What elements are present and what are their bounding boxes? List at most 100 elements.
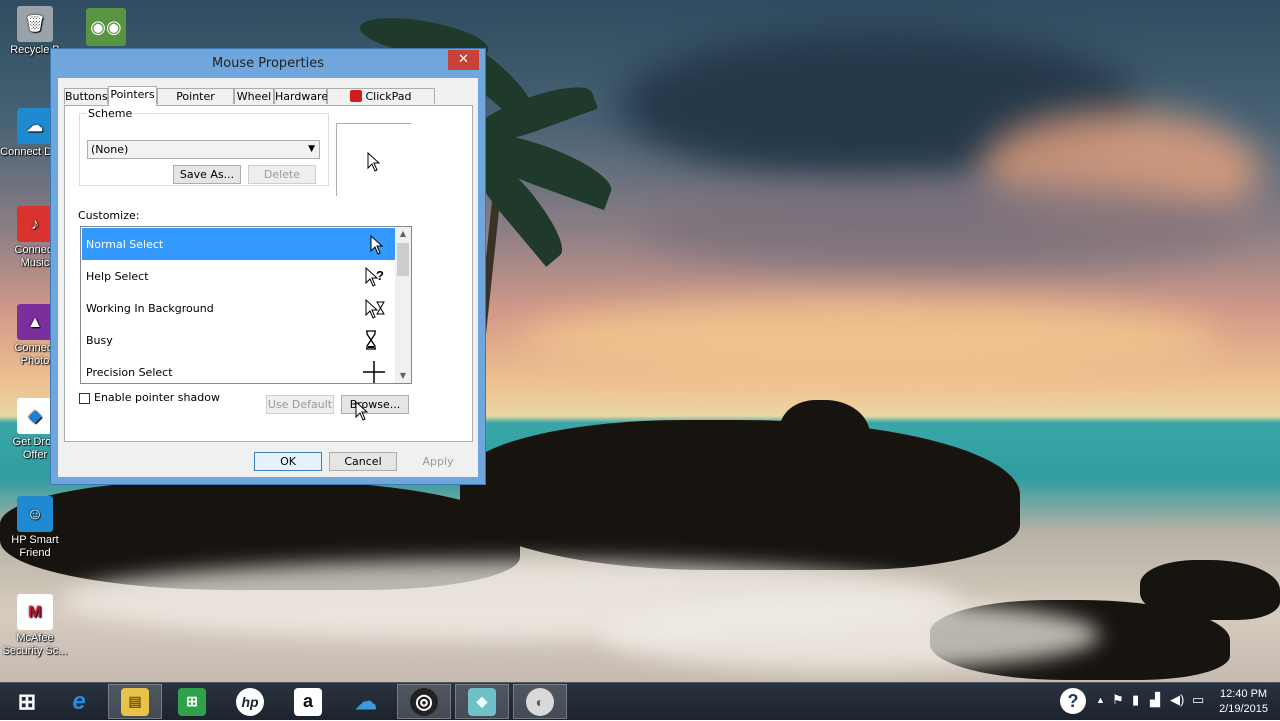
scroll-down-icon[interactable]: ▼ (395, 369, 411, 383)
cloud-drive-icon: ☁ (17, 108, 53, 144)
cancel-button[interactable]: Cancel (329, 452, 397, 471)
list-item-label: Help Select (86, 270, 149, 283)
start-button[interactable]: ⊞ (0, 684, 54, 719)
wifi-signal-icon[interactable]: ▟ (1150, 692, 1160, 708)
surf (600, 600, 1100, 670)
list-item-busy[interactable]: Busy (82, 324, 395, 356)
mouse-pointer-icon (355, 401, 369, 421)
help-cursor-icon: ? (365, 266, 384, 287)
hp-icon: hp (236, 687, 264, 716)
clock-time: 12:40 PM (1219, 688, 1268, 700)
taskbar-hp[interactable]: hp (223, 684, 277, 719)
tab-label: Wheel (236, 90, 272, 103)
save-as-button[interactable]: Save As... (173, 165, 241, 184)
browse-button[interactable]: Browse... (341, 395, 409, 414)
hp-smart-friend-icon: ☺ (17, 496, 53, 532)
taskbar-store[interactable]: ⊞ (165, 684, 219, 719)
working-cursor-icon (365, 298, 385, 319)
tab-buttons[interactable]: Buttons (64, 88, 108, 104)
cursor-preview (336, 123, 411, 196)
crosshair-cursor-icon (363, 361, 385, 383)
cloud (640, 180, 1240, 270)
taskbar-recorder[interactable]: ◎ (397, 684, 451, 719)
list-item-normal-select[interactable]: Normal Select (82, 228, 395, 260)
close-icon: ✕ (458, 52, 469, 67)
desktop-icon-mcafee[interactable]: M McAfee Security Sc... (0, 594, 70, 658)
list-item-label: Busy (86, 334, 113, 347)
mouse-icon: ◐ (526, 687, 554, 716)
list-item-precision-select[interactable]: Precision Select (82, 356, 395, 383)
file-explorer-icon: ▤ (121, 687, 149, 716)
tab-clickpad-settings[interactable]: ClickPad Settings (327, 88, 435, 119)
tab-pointer-options[interactable]: Pointer Options (157, 88, 234, 119)
desktop-icon-label: HP Smart Friend (11, 534, 59, 559)
chevron-down-icon: ▼ (308, 144, 315, 154)
flag-icon[interactable]: ⚑ (1112, 692, 1124, 708)
hourglass-cursor-icon (366, 330, 376, 350)
taskbar-mouse-properties[interactable]: ◐ (513, 684, 567, 719)
glass-icon: ◆ (468, 687, 496, 716)
windows-start-icon: ⊞ (17, 688, 37, 714)
list-scrollbar[interactable]: ▲ ▼ (395, 227, 411, 383)
cloud-icon: ☁ (355, 688, 377, 714)
desktop-icon-label: McAfee Security Sc... (2, 632, 68, 657)
battery-icon[interactable]: ▮ (1132, 692, 1139, 708)
keyboard-icon[interactable]: ▭ (1192, 692, 1204, 708)
desktop-icon-hp-smart-friend[interactable]: ☺ HP Smart Friend (0, 496, 70, 560)
ok-button[interactable]: OK (254, 452, 322, 471)
dialog-title: Mouse Properties (211, 56, 324, 71)
svg-text:?: ? (376, 268, 384, 283)
clock[interactable]: 12:40 PM 2/19/2015 (1219, 687, 1268, 717)
recorder-icon: ◎ (410, 687, 438, 716)
arrow-cursor-icon (367, 152, 381, 172)
rock (460, 420, 1020, 570)
tab-pointers[interactable]: Pointers (108, 86, 157, 106)
pointers-panel: Scheme (None) ▼ Save As... Delete Custom… (64, 105, 473, 442)
list-item-label: Normal Select (86, 238, 164, 251)
scheme-value: (None) (91, 143, 129, 156)
dialog-client-area: Buttons Pointers Pointer Options Wheel H… (58, 78, 478, 477)
delete-button[interactable]: Delete (248, 165, 316, 184)
rock (780, 400, 870, 470)
taskbar-file-explorer[interactable]: ▤ (108, 684, 162, 719)
store-icon: ⊞ (178, 687, 206, 716)
system-tray: ? ▲ ⚑ ▮ ▟ ◀) ▭ 12:40 PM 2/19/2015 (1050, 683, 1280, 721)
internet-explorer-icon: e (72, 687, 86, 715)
list-item-label: Precision Select (86, 366, 173, 379)
chevron-up-icon[interactable]: ▲ (1096, 695, 1105, 705)
list-item-help-select[interactable]: Help Select ? (82, 260, 395, 292)
mcafee-icon: M (17, 594, 53, 630)
tripadvisor-icon[interactable]: ◉◉ (86, 8, 126, 46)
title-bar[interactable]: Mouse Properties ✕ (51, 49, 485, 78)
tab-label: Pointers (110, 88, 155, 101)
clock-date: 2/19/2015 (1219, 703, 1268, 715)
speaker-icon[interactable]: ◀) (1170, 692, 1184, 708)
enable-pointer-shadow-label: Enable pointer shadow (94, 391, 220, 404)
tab-label: Buttons (65, 90, 108, 103)
scheme-label: Scheme (86, 107, 135, 120)
amazon-icon: a (294, 687, 322, 716)
synaptics-icon (350, 90, 363, 102)
scroll-thumb[interactable] (397, 243, 409, 276)
taskbar-cloud[interactable]: ☁ (339, 684, 393, 719)
close-button[interactable]: ✕ (448, 50, 479, 70)
apply-button[interactable]: Apply (404, 452, 472, 471)
taskbar-glass[interactable]: ◆ (455, 684, 509, 719)
taskbar-amazon[interactable]: a (281, 684, 335, 719)
help-icon[interactable]: ? (1060, 688, 1086, 714)
recycle-bin-icon: 🗑 (17, 6, 53, 42)
taskbar-internet-explorer[interactable]: e (52, 684, 106, 719)
enable-pointer-shadow-checkbox[interactable] (79, 393, 90, 404)
scheme-dropdown[interactable]: (None) ▼ (87, 140, 320, 159)
customize-label: Customize: (78, 209, 140, 222)
tab-hardware[interactable]: Hardware (274, 88, 329, 104)
cursor-list[interactable]: Normal Select Help Select ? Working In B… (80, 226, 412, 384)
scroll-up-icon[interactable]: ▲ (395, 227, 411, 241)
tab-label: Hardware (275, 90, 329, 103)
tab-wheel[interactable]: Wheel (234, 88, 274, 104)
cloud (520, 300, 1220, 380)
list-item-working-in-background[interactable]: Working In Background (82, 292, 395, 324)
mouse-properties-dialog: Mouse Properties ✕ Buttons Pointers Poin… (50, 48, 486, 485)
rock (1140, 560, 1280, 620)
use-default-button[interactable]: Use Default (266, 395, 334, 414)
